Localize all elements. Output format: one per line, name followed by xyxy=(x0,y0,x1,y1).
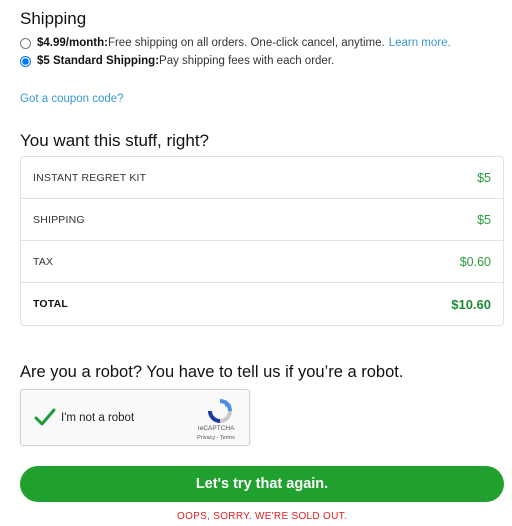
shipping-value: $5 xyxy=(477,212,491,227)
recaptcha-logo-icon xyxy=(208,399,232,423)
shipping-option-standard[interactable]: $5 Standard Shipping: Pay shipping fees … xyxy=(20,55,334,67)
captcha-label: I'm not a robot xyxy=(61,412,135,424)
standard-price-label: $5 Standard Shipping: xyxy=(37,55,160,67)
item-value: $5 xyxy=(477,170,491,185)
standard-description: Pay shipping fees with each order. xyxy=(159,55,335,67)
summary-row-tax: TAX $0.60 xyxy=(21,241,503,283)
shipping-label: SHIPPING xyxy=(33,213,85,226)
standard-radio[interactable] xyxy=(20,55,31,67)
monthly-price-label: $4.99/month: xyxy=(37,37,108,49)
monthly-description: Free shipping on all orders. One-click c… xyxy=(107,37,385,49)
total-value: $10.60 xyxy=(451,296,491,312)
recaptcha-widget[interactable]: I'm not a robot reCAPTCHA Privacy - Term… xyxy=(20,389,250,446)
tax-value: $0.60 xyxy=(459,254,491,269)
item-label: INSTANT REGRET KIT xyxy=(33,171,147,184)
summary-row-item: INSTANT REGRET KIT $5 xyxy=(21,157,503,199)
coupon-link[interactable]: Got a coupon code? xyxy=(20,93,124,105)
shipping-title: Shipping xyxy=(20,9,87,28)
checkmark-icon[interactable] xyxy=(33,405,57,429)
monthly-radio[interactable] xyxy=(20,37,31,49)
sold-out-error: OOPS, SORRY. WE'RE SOLD OUT. xyxy=(177,511,347,522)
robot-title: Are you a robot? You have to tell us if … xyxy=(20,363,404,381)
tax-label: TAX xyxy=(33,255,54,268)
try-again-button[interactable]: Let's try that again. xyxy=(20,466,504,502)
summary-title: You want this stuff, right? xyxy=(20,131,210,150)
order-summary-table: INSTANT REGRET KIT $5 SHIPPING $5 TAX $0… xyxy=(20,156,504,326)
learn-more-link[interactable]: Learn more. xyxy=(389,37,451,49)
total-label: TOTAL xyxy=(33,298,69,310)
shipping-option-monthly[interactable]: $4.99/month: Free shipping on all orders… xyxy=(20,37,451,49)
summary-row-total: TOTAL $10.60 xyxy=(21,283,503,325)
captcha-terms-link[interactable]: Privacy - Terms xyxy=(193,435,239,441)
summary-row-shipping: SHIPPING $5 xyxy=(21,199,503,241)
captcha-brand: reCAPTCHA xyxy=(197,425,235,432)
